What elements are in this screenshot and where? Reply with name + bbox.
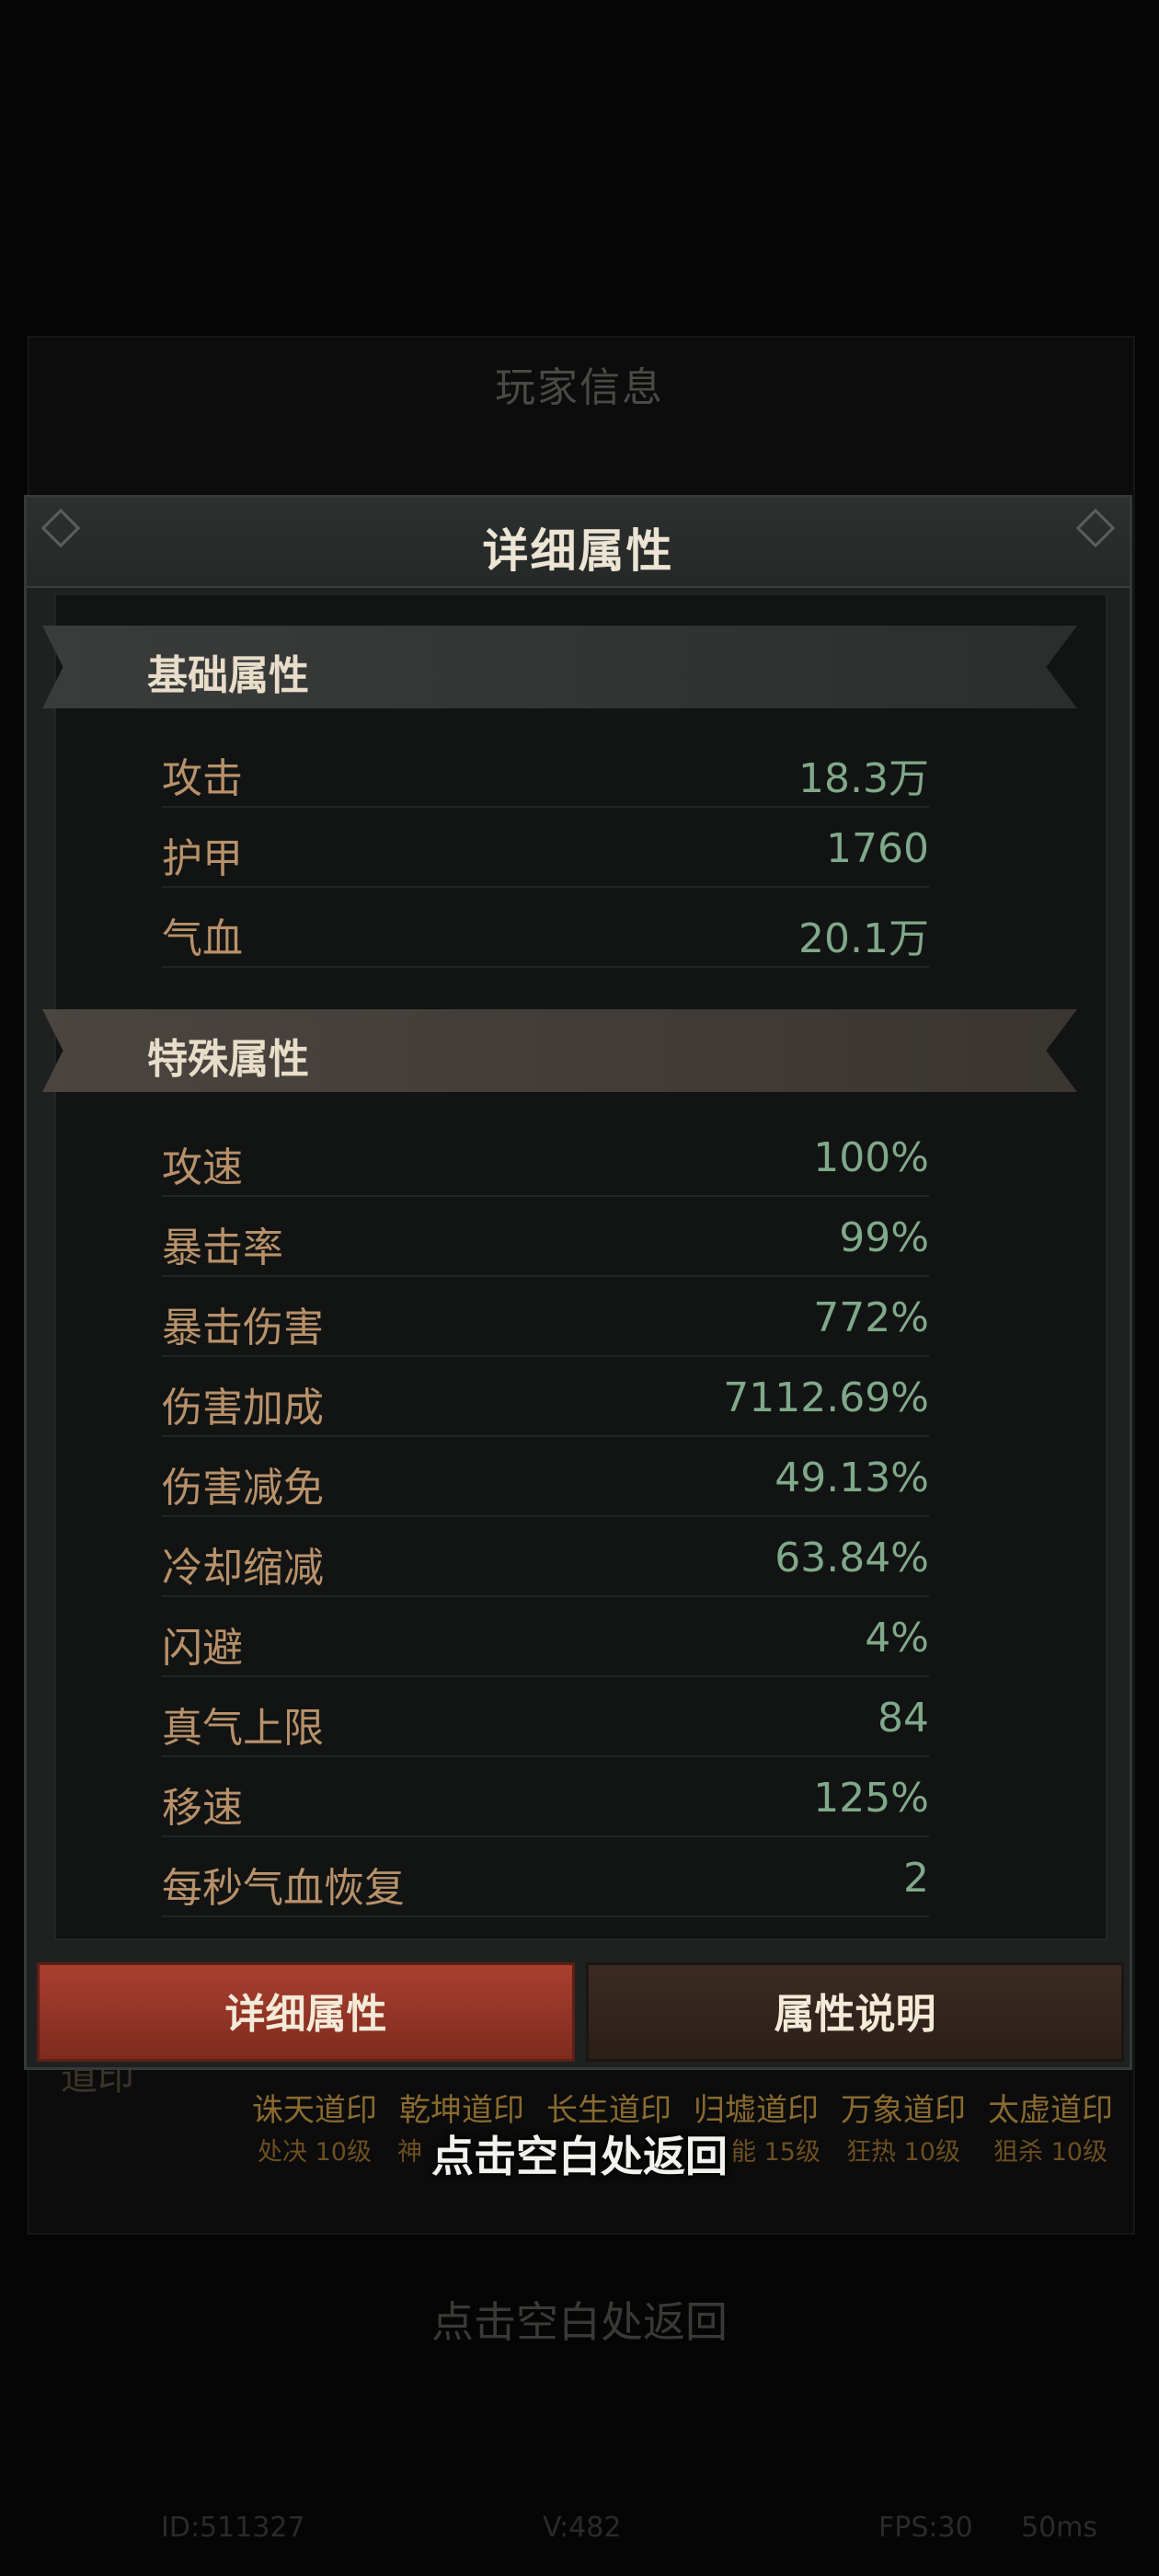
stat-row: 暴击率 99%	[162, 1196, 929, 1277]
back-hint[interactable]: 点击空白处返回	[0, 2123, 1159, 2184]
player-id-label: ID:511327	[161, 2512, 305, 2544]
stat-row: 气血 20.1万	[162, 887, 929, 968]
stat-value: 772%	[813, 1294, 929, 1341]
stat-value: 49.13%	[775, 1455, 929, 1501]
stat-value: 7112.69%	[723, 1374, 929, 1421]
stat-value: 100%	[813, 1134, 929, 1181]
stat-value: 63.84%	[775, 1535, 929, 1581]
stat-value: 18.3万	[798, 755, 929, 802]
stat-label: 每秒气血恢复	[162, 1865, 405, 1912]
stat-label: 暴击伤害	[162, 1305, 324, 1351]
dialog-header: 详细属性	[27, 498, 1130, 588]
stat-row: 冷却缩减 63.84%	[162, 1516, 929, 1597]
basic-attributes-title: 基础属性	[147, 652, 309, 699]
stat-label: 护甲	[162, 835, 243, 882]
stat-value: 125%	[813, 1775, 929, 1822]
stat-value: 20.1万	[798, 915, 929, 962]
dialog-title: 详细属性	[482, 524, 674, 578]
stat-label: 冷却缩减	[162, 1545, 324, 1592]
detail-attributes-tab[interactable]: 详细属性	[37, 1962, 575, 2062]
background-back-hint: 点击空白处返回	[431, 2297, 728, 2347]
stat-value: 84	[878, 1695, 929, 1742]
stat-label: 移速	[162, 1785, 243, 1832]
attribute-explanation-tab[interactable]: 属性说明	[586, 1962, 1124, 2062]
stat-row: 伤害减免 49.13%	[162, 1436, 929, 1517]
stat-label: 暴击率	[162, 1225, 283, 1271]
stat-row: 闪避 4%	[162, 1596, 929, 1677]
stat-label: 伤害加成	[162, 1385, 324, 1432]
stat-row: 攻速 100%	[162, 1116, 929, 1197]
stat-label: 伤害减免	[162, 1465, 324, 1512]
stat-label: 气血	[162, 915, 243, 962]
stat-row: 移速 125%	[162, 1756, 929, 1837]
fps-label: FPS:30	[878, 2512, 973, 2544]
stat-label: 攻速	[162, 1144, 243, 1191]
stat-row: 真气上限 84	[162, 1676, 929, 1757]
stat-label: 真气上限	[162, 1705, 324, 1752]
stat-value: 4%	[865, 1615, 929, 1662]
stat-row: 暴击伤害 772%	[162, 1276, 929, 1357]
stat-value: 99%	[839, 1214, 929, 1261]
latency-label: 50ms	[1021, 2512, 1098, 2544]
stat-value: 2	[903, 1855, 929, 1902]
special-attributes-title: 特殊属性	[147, 1036, 309, 1083]
stat-value: 1760	[826, 825, 929, 872]
stat-row: 护甲 1760	[162, 807, 929, 888]
player-info-title: 玩家信息	[495, 364, 664, 411]
stat-label: 攻击	[162, 755, 243, 802]
version-label: V:482	[543, 2512, 622, 2544]
stat-label: 闪避	[162, 1625, 243, 1672]
stat-row: 攻击 18.3万	[162, 727, 929, 808]
stat-row: 伤害加成 7112.69%	[162, 1356, 929, 1437]
stat-row: 每秒气血恢复 2	[162, 1836, 929, 1917]
